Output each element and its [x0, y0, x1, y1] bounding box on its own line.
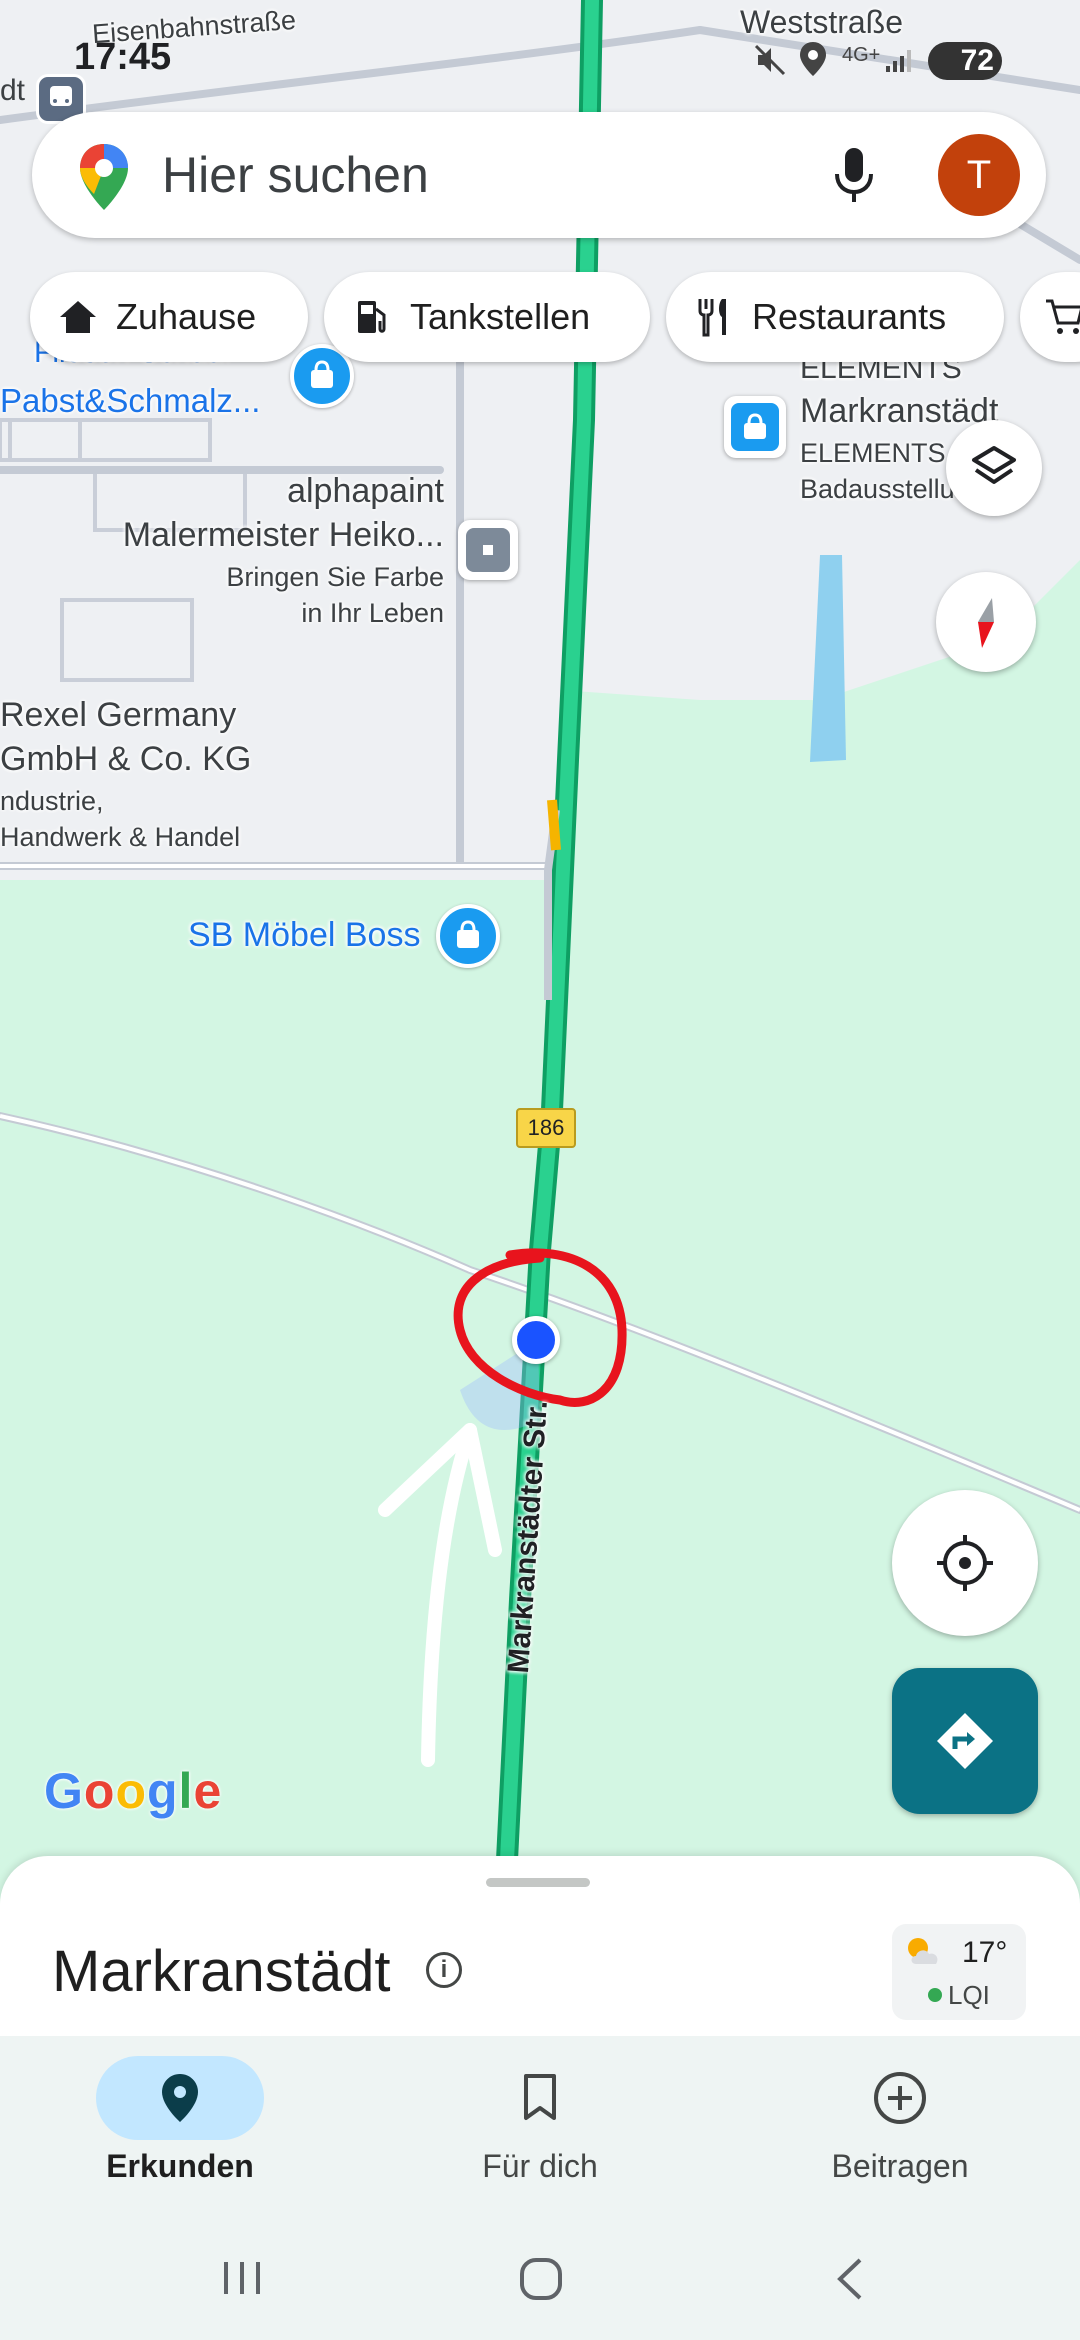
chip-tankstellen[interactable]: Tankstellen [324, 272, 650, 362]
place-label-alphapaint-2[interactable]: Malermeister Heiko... [123, 516, 444, 555]
layers-button[interactable] [946, 420, 1042, 516]
chip-label: Restaurants [752, 296, 947, 337]
nav-label-beitragen: Beitragen [831, 2148, 969, 2184]
network-type-label: 4G+ [842, 44, 881, 66]
recent-apps-button[interactable] [220, 2258, 264, 2303]
place-title: Markranstädt [52, 1939, 391, 2004]
google-logo: Google [44, 1763, 223, 1819]
bookmark-icon [524, 2074, 556, 2120]
air-quality-dot [928, 1988, 942, 2002]
bottom-navigation: Erkunden Für dich Beitragen [0, 2036, 1080, 2340]
home-circle-icon [520, 2258, 562, 2300]
fuel-pump-icon [358, 301, 386, 333]
battery-indicator: 72 [928, 42, 1002, 80]
recent-apps-icon [224, 2262, 260, 2294]
place-desc-elements: ELEMENTS [800, 438, 946, 468]
weather-partly-cloudy-icon [908, 1938, 938, 1964]
home-button[interactable] [518, 2256, 564, 2307]
place-label-alphapaint[interactable]: alphapaint [287, 472, 444, 511]
nav-label-fuer-dich: Für dich [482, 2148, 598, 2184]
weather-card[interactable]: 17° LQI [892, 1924, 1026, 2020]
restaurant-icon [698, 299, 726, 337]
chip-zuhause[interactable]: Zuhause [30, 272, 308, 362]
chip-label: Zuhause [116, 296, 257, 337]
compass-icon [978, 598, 994, 648]
temperature: 17° [962, 1936, 1008, 1969]
location-status-icon [798, 40, 828, 83]
layers-icon [972, 446, 1016, 484]
status-time: 17:45 [74, 36, 172, 78]
place-label-elements[interactable]: Markranstädt [800, 392, 998, 431]
my-location-icon [937, 1535, 993, 1591]
add-circle-icon [874, 2072, 926, 2124]
battery-level: 72 [960, 44, 994, 77]
mute-icon [752, 42, 788, 83]
shopping-cart-icon [1046, 299, 1080, 334]
google-maps-logo-icon [76, 142, 132, 217]
place-desc-rexel: ndustrie, [0, 786, 104, 816]
microphone-icon[interactable] [832, 146, 876, 211]
back-button[interactable] [830, 2256, 870, 2307]
place-sheet[interactable]: Markranstädt i 17° LQI [0, 1856, 1080, 2036]
home-icon [60, 301, 96, 333]
shopping-pin-icon[interactable] [724, 396, 786, 458]
directions-icon [937, 1713, 993, 1769]
my-location-button[interactable] [892, 1490, 1038, 1636]
road-shield-186: 186 [516, 1108, 576, 1148]
search-input[interactable]: Hier suchen [162, 146, 429, 204]
chip-label: Tankstellen [410, 296, 591, 337]
place-label-pabst[interactable]: Pabst&Schmalz... [0, 382, 260, 420]
place-desc-alphapaint: Bringen Sie Farbe [226, 562, 444, 592]
shopping-pin-icon[interactable] [436, 904, 500, 968]
partial-street-label: dt [0, 74, 26, 107]
place-label-rexel[interactable]: Rexel Germany [0, 696, 236, 735]
info-icon[interactable]: i [426, 1952, 462, 1988]
search-bar[interactable]: Hier suchen T [32, 112, 1046, 238]
sheet-drag-handle[interactable] [486, 1878, 590, 1887]
nav-fuer-dich[interactable]: Für dich [390, 2056, 690, 2185]
place-desc-alphapaint-2: in Ihr Leben [301, 598, 444, 628]
place-label-moebel-boss[interactable]: SB Möbel Boss [188, 916, 420, 955]
signal-icon [884, 48, 914, 79]
place-desc-rexel-2: Handwerk & Handel [0, 822, 241, 852]
back-icon [837, 2258, 862, 2300]
nav-active-indicator [96, 2056, 264, 2140]
avatar[interactable]: T [938, 134, 1020, 216]
nav-label-erkunden: Erkunden [106, 2148, 254, 2184]
air-quality-label: LQI [948, 1980, 990, 2010]
nav-beitragen[interactable]: Beitragen [750, 2056, 1050, 2185]
current-location-dot [512, 1316, 560, 1364]
service-pin-icon[interactable] [458, 520, 518, 580]
directions-button[interactable] [892, 1668, 1038, 1814]
compass-button[interactable] [936, 572, 1036, 672]
explore-pin-icon [162, 2074, 198, 2122]
chip-restaurants[interactable]: Restaurants [666, 272, 1004, 362]
street-label-weststrasse: Weststraße [740, 4, 903, 40]
place-label-rexel-2[interactable]: GmbH & Co. KG [0, 740, 251, 779]
nav-erkunden[interactable]: Erkunden [30, 2056, 330, 2185]
